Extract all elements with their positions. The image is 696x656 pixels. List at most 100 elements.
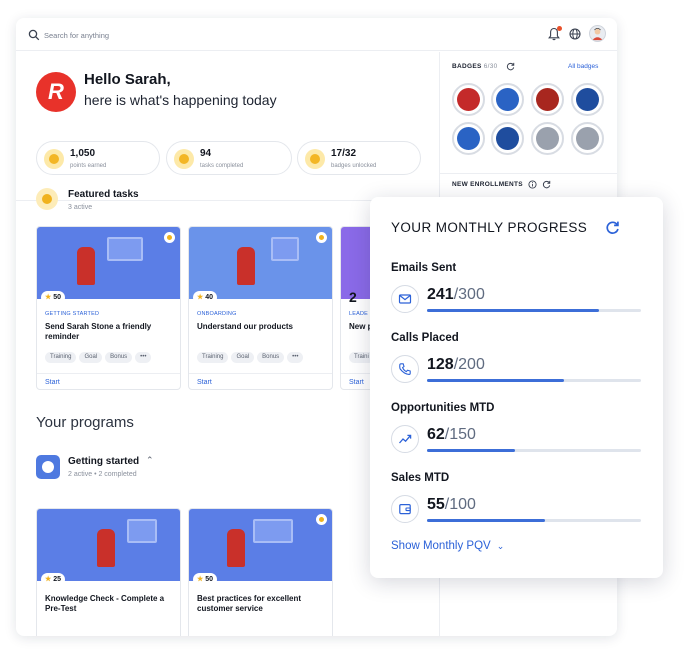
search-input[interactable] (44, 28, 284, 42)
card-title: Understand our products (197, 322, 294, 331)
metric-value: 55/100 (427, 496, 476, 514)
points-value: 40 (205, 294, 214, 301)
tag: Goal (79, 352, 103, 363)
progress-track (427, 309, 641, 312)
more-tags-button[interactable]: ••• (135, 352, 152, 363)
camera-badge[interactable] (571, 83, 604, 116)
badges-title: BADGES 6/30 (452, 63, 498, 70)
metric-label: Opportunities MTD (391, 402, 495, 414)
progress-track (427, 519, 641, 522)
progress-track (427, 449, 641, 452)
card-category: LEADE (349, 311, 369, 317)
stat-value: 1,050 (70, 148, 96, 159)
stars-badge[interactable] (452, 83, 485, 116)
notification-dot (557, 26, 562, 31)
metric-label: Calls Placed (391, 332, 459, 344)
stat-value: 94 (200, 148, 212, 159)
card-illustration (37, 509, 180, 581)
star-icon: ★ (197, 576, 204, 583)
stat-value: 17/32 (331, 148, 357, 159)
task-card[interactable]: ★ 50 GETTING STARTED Send Sarah Stone a f… (36, 226, 181, 390)
greeting-title: Hello Sarah, (84, 71, 171, 88)
badge-icon (164, 232, 175, 243)
points-pill: ★ 40 (193, 291, 218, 304)
more-tags-button[interactable]: ••• (287, 352, 304, 363)
refresh-icon[interactable] (542, 180, 551, 189)
card-divider (37, 373, 180, 374)
show-monthly-pqv-button[interactable]: Show Monthly PQV ⌄ (391, 540, 504, 552)
greeting-subtitle: here is what's happening today (84, 92, 277, 108)
lightning-icon (36, 188, 58, 210)
metric-label: Emails Sent (391, 262, 457, 274)
search-icon (28, 29, 40, 41)
phone-icon (391, 355, 419, 383)
heart-badge[interactable] (491, 83, 524, 116)
trophy-badge[interactable] (531, 83, 564, 116)
avatar[interactable] (589, 25, 606, 42)
stat-tasks: 94 tasks completed (166, 141, 292, 175)
star-icon: ★ (45, 294, 52, 301)
panel-title: YOUR MONTHLY PROGRESS (391, 220, 588, 235)
badges-label: BADGES (452, 63, 482, 70)
progress-fill (427, 449, 516, 452)
stat-label: tasks completed (200, 163, 244, 169)
locked-badge[interactable] (531, 122, 564, 155)
card-title: Send Sarah Stone a friendly reminder (45, 322, 152, 341)
card-illustration (189, 227, 332, 299)
start-button[interactable]: Start (197, 379, 212, 386)
star-icon: ★ (197, 294, 204, 301)
card-title: Best practices for excellent customer se… (197, 594, 302, 613)
globe-icon[interactable] (569, 28, 581, 40)
stat-label: points earned (70, 163, 107, 169)
start-button[interactable]: Start (349, 379, 364, 386)
brand-logo: R (36, 72, 76, 112)
metric-value: 241/300 (427, 286, 485, 304)
card-divider (189, 373, 332, 374)
card-illustration (189, 509, 332, 581)
points-pill: ★ 50 (193, 573, 218, 586)
refresh-icon[interactable] (605, 220, 620, 235)
chevron-up-icon[interactable]: ⌃ (146, 455, 154, 466)
task-card[interactable]: ★ 40 ONBOARDING Understand our products T… (188, 226, 333, 390)
tag: Training (45, 352, 77, 363)
card-illustration (37, 227, 180, 299)
program-title[interactable]: Getting started (68, 456, 139, 467)
all-badges-link[interactable]: All badges (568, 63, 598, 70)
chevron-down-icon: ⌄ (496, 541, 505, 551)
featured-subtitle: 3 active (68, 204, 93, 211)
metric-total: /150 (444, 426, 476, 443)
metric-value: 128/200 (427, 356, 485, 374)
top-bar (16, 18, 617, 51)
tag: Goal (231, 352, 255, 363)
badge-icon (316, 232, 327, 243)
badge-icon (305, 149, 325, 169)
refresh-icon[interactable] (506, 62, 515, 71)
card-title: Knowledge Check - Complete a Pre-Test (45, 594, 165, 613)
start-button[interactable]: Start (45, 379, 60, 386)
points-value: 50 (53, 294, 62, 301)
star-icon (44, 149, 64, 169)
section-divider (440, 173, 617, 174)
info-icon[interactable] (528, 180, 537, 189)
points-pill: ★ 25 (41, 573, 66, 586)
metric-current: 55 (427, 496, 445, 513)
points-value: 50 (205, 576, 214, 583)
program-card[interactable]: ★ 25 Knowledge Check - Complete a Pre-Tes… (36, 508, 181, 636)
wallet-icon (391, 495, 419, 523)
star-icon: ★ (45, 576, 52, 583)
tag: Bonus (257, 352, 285, 363)
mail-icon (391, 285, 419, 313)
welcome-badge[interactable] (491, 122, 524, 155)
card-tags: Training Goal Bonus ••• (45, 352, 154, 363)
footprints-badge[interactable] (452, 122, 485, 155)
card-category: ONBOARDING (197, 311, 237, 317)
progress-fill (427, 519, 545, 522)
locked-badge[interactable] (571, 122, 604, 155)
stat-badges: 17/32 badges unlocked (297, 141, 421, 175)
points-value: 2 (349, 289, 357, 305)
enrollments-title: NEW ENROLLMENTS (452, 181, 523, 188)
badges-count: 6/30 (483, 63, 498, 70)
check-icon (174, 149, 194, 169)
program-card[interactable]: ★ 50 Best practices for excellent custome… (188, 508, 333, 636)
card-tags: Training Goal Bonus ••• (197, 352, 306, 363)
